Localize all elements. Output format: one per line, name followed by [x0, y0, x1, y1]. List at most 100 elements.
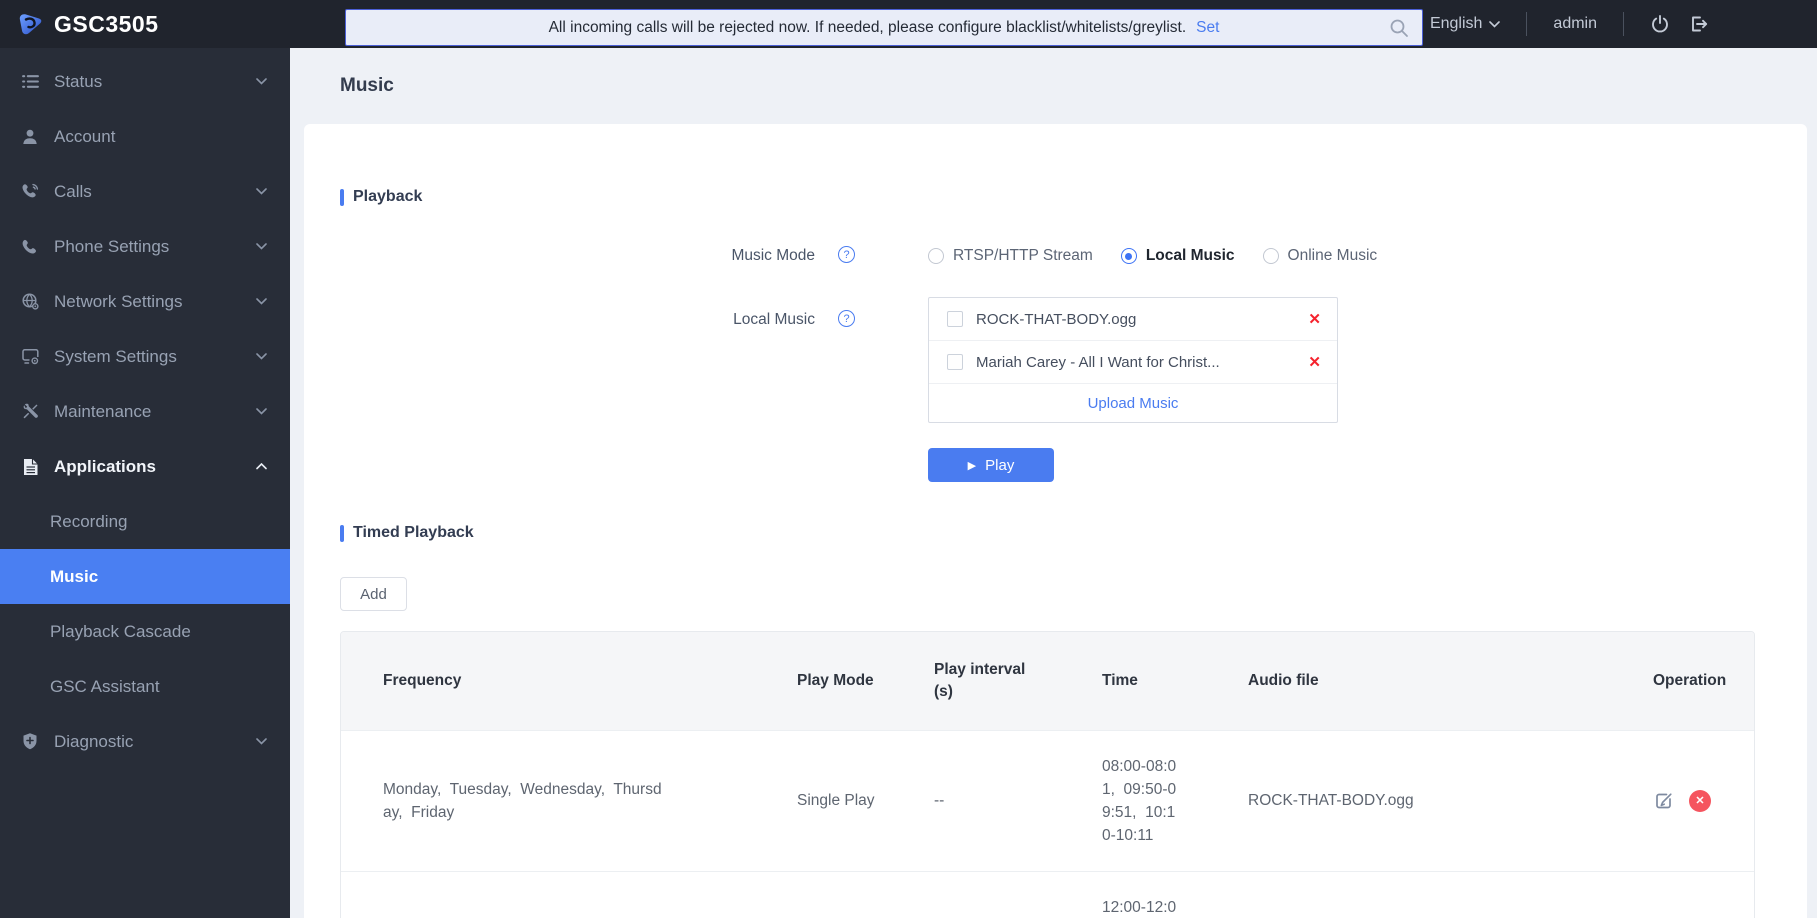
- column-header-operation: Operation: [1611, 632, 1755, 730]
- chevron-down-icon: [256, 243, 268, 250]
- section-accent-bar: [340, 189, 344, 206]
- device-title: GSC3505: [54, 11, 159, 38]
- radio-icon: [1121, 248, 1137, 264]
- play-button[interactable]: ▶ Play: [928, 448, 1054, 482]
- sidebar-item-status[interactable]: Status: [0, 54, 290, 109]
- sidebar-item-playback-cascade[interactable]: Playback Cascade: [0, 604, 290, 659]
- topbar-right: English admin: [1423, 12, 1817, 36]
- radio-online-music[interactable]: Online Music: [1263, 247, 1378, 265]
- brand: GSC3505: [0, 11, 345, 38]
- local-music-label: Local Music: [733, 310, 815, 330]
- music-panel: Playback Music Mode ? RTSP/HTTP Stream: [304, 124, 1807, 918]
- logout-icon[interactable]: [1688, 14, 1709, 34]
- radio-rtsp-http-stream[interactable]: RTSP/HTTP Stream: [928, 247, 1093, 265]
- sidebar-item-diagnostic[interactable]: Diagnostic: [0, 714, 290, 769]
- topbar: GSC3505 All incoming calls will be rejec…: [0, 0, 1817, 48]
- user-icon: [16, 128, 44, 146]
- cell-audio-file: ROCK-THAT-BODY.ogg: [1206, 730, 1611, 871]
- radio-icon: [928, 248, 944, 264]
- chevron-up-icon: [256, 463, 268, 470]
- sidebar-item-phone-settings[interactable]: Phone Settings: [0, 219, 290, 274]
- sidebar-item-network-settings[interactable]: Network Settings: [0, 274, 290, 329]
- cell-frequency: [341, 871, 755, 918]
- sidebar-item-calls[interactable]: Calls: [0, 164, 290, 219]
- play-icon: ▶: [968, 459, 976, 472]
- topbar-divider: [1623, 12, 1624, 36]
- column-header-audio-file: Audio file: [1206, 632, 1611, 730]
- reboot-power-icon[interactable]: [1650, 14, 1670, 34]
- sidebar-item-system-settings[interactable]: System Settings: [0, 329, 290, 384]
- music-file-checkbox[interactable]: [947, 311, 963, 327]
- search-icon[interactable]: [1388, 17, 1410, 39]
- music-file-name: ROCK-THAT-BODY.ogg: [976, 311, 1292, 328]
- music-file-row: Mariah Carey - All I Want for Christ... …: [929, 341, 1337, 384]
- remove-file-icon[interactable]: ✕: [1308, 310, 1321, 328]
- cell-operation: ✕: [1611, 730, 1755, 871]
- sidebar-item-gsc-assistant[interactable]: GSC Assistant: [0, 659, 290, 714]
- local-music-list: ROCK-THAT-BODY.ogg ✕ Mariah Carey - All …: [928, 297, 1338, 423]
- table-header-row: Frequency Play Mode Play interval (s) Ti…: [341, 632, 1755, 730]
- sidebar-item-maintenance[interactable]: Maintenance: [0, 384, 290, 439]
- cell-frequency: Monday, Tuesday, Wednesday, Thursday, Fr…: [341, 730, 755, 871]
- local-music-row: Local Music ? ROCK-THAT-BODY.ogg ✕ Maria…: [340, 297, 1767, 423]
- document-icon: [16, 458, 44, 476]
- music-file-checkbox[interactable]: [947, 354, 963, 370]
- grandstream-logo-icon: [17, 11, 44, 38]
- section-timed-playback: Timed Playback: [340, 524, 1767, 542]
- language-label: English: [1430, 15, 1482, 33]
- chevron-down-icon: [1489, 21, 1500, 28]
- sidebar-item-account[interactable]: Account: [0, 109, 290, 164]
- cell-play-interval: [892, 871, 1060, 918]
- alert-banner-message: All incoming calls will be rejected now.…: [549, 19, 1187, 37]
- chevron-down-icon: [256, 738, 268, 745]
- music-mode-radio-group: RTSP/HTTP Stream Local Music Online Musi…: [928, 246, 1377, 266]
- page-title: Music: [340, 75, 394, 97]
- radio-icon: [1263, 248, 1279, 264]
- chevron-down-icon: [256, 78, 268, 85]
- section-playback: Playback: [340, 188, 1767, 206]
- alert-banner: All incoming calls will be rejected now.…: [345, 9, 1423, 46]
- cell-play-mode: [755, 871, 892, 918]
- sidebar-item-applications[interactable]: Applications: [0, 439, 290, 494]
- radio-local-music[interactable]: Local Music: [1121, 247, 1235, 265]
- table-row: Monday, Tuesday, Wednesday, Thursday, Fr…: [341, 730, 1755, 871]
- cell-play-mode: Single Play: [755, 730, 892, 871]
- banner-set-link[interactable]: Set: [1196, 19, 1219, 37]
- music-file-name: Mariah Carey - All I Want for Christ...: [976, 354, 1292, 371]
- column-header-frequency: Frequency: [341, 632, 755, 730]
- music-mode-label: Music Mode: [731, 246, 815, 266]
- sidebar-item-music[interactable]: Music: [0, 549, 290, 604]
- table-row: 12:00-12:01: [341, 871, 1755, 918]
- username[interactable]: admin: [1553, 15, 1597, 33]
- column-header-play-interval: Play interval (s): [892, 632, 1060, 730]
- help-icon[interactable]: ?: [838, 310, 855, 327]
- upload-music-row[interactable]: Upload Music: [929, 384, 1337, 422]
- column-header-play-mode: Play Mode: [755, 632, 892, 730]
- cell-play-interval: --: [892, 730, 1060, 871]
- sidebar-item-recording[interactable]: Recording: [0, 494, 290, 549]
- chevron-down-icon: [256, 188, 268, 195]
- add-button[interactable]: Add: [340, 577, 407, 611]
- help-icon[interactable]: ?: [838, 246, 855, 263]
- upload-music-link[interactable]: Upload Music: [1088, 395, 1179, 412]
- chevron-down-icon: [256, 408, 268, 415]
- chevron-down-icon: [256, 298, 268, 305]
- edit-icon[interactable]: [1653, 790, 1675, 812]
- music-file-row: ROCK-THAT-BODY.ogg ✕: [929, 298, 1337, 341]
- remove-file-icon[interactable]: ✕: [1308, 353, 1321, 371]
- music-mode-row: Music Mode ? RTSP/HTTP Stream Local Musi…: [340, 246, 1767, 266]
- section-accent-bar: [340, 525, 344, 542]
- column-header-time: Time: [1060, 632, 1206, 730]
- cell-time: 12:00-12:01: [1060, 871, 1206, 918]
- app-window: GSC3505 All incoming calls will be rejec…: [0, 0, 1817, 918]
- tools-icon: [16, 402, 44, 421]
- chevron-down-icon: [256, 353, 268, 360]
- network-globe-gear-icon: [16, 292, 44, 311]
- calls-icon: [16, 182, 44, 201]
- language-selector[interactable]: English: [1430, 15, 1500, 33]
- timed-playback-table: Frequency Play Mode Play interval (s) Ti…: [340, 631, 1755, 918]
- main-content: Music Playback Music Mode ?: [290, 48, 1817, 918]
- cell-audio-file: [1206, 871, 1611, 918]
- delete-icon[interactable]: ✕: [1689, 790, 1711, 812]
- cell-time: 08:00-08:01, 09:50-09:51, 10:10-10:11: [1060, 730, 1206, 871]
